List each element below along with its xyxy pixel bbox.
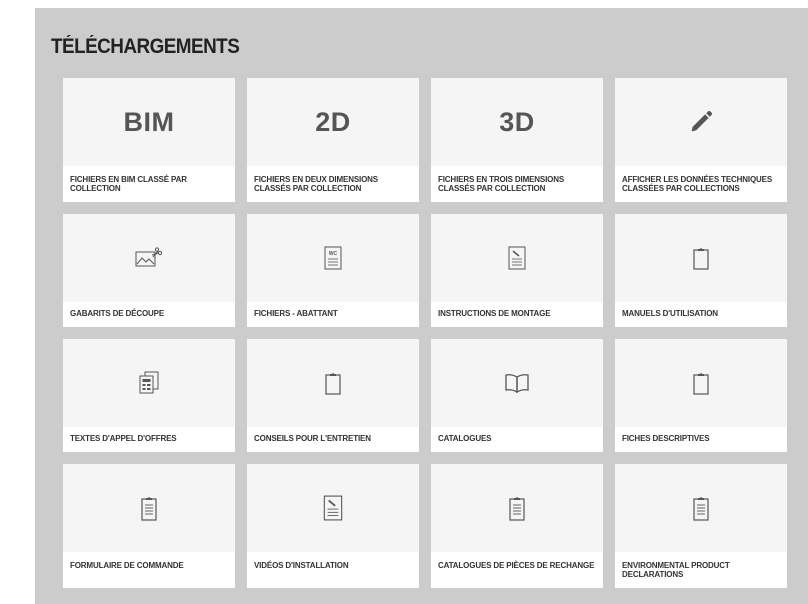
- card-label: FICHES DESCRIPTIVES: [622, 434, 710, 443]
- download-card-bim[interactable]: BIM FICHIERS EN BIM CLASSÉ PAR COLLECTIO…: [63, 78, 235, 202]
- card-thumbnail: [431, 339, 603, 427]
- card-label: CATALOGUES: [438, 434, 492, 443]
- card-label-area: CONSEILS POUR L'ENTRETIEN: [247, 427, 419, 452]
- card-label: CONSEILS POUR L'ENTRETIEN: [254, 434, 371, 443]
- card-label: ENVIRONMENTAL PRODUCT DECLARATIONS: [622, 561, 730, 579]
- card-thumbnail: [615, 214, 787, 302]
- card-label: FORMULAIRE DE COMMANDE: [70, 561, 184, 570]
- card-thumbnail: [63, 339, 235, 427]
- card-label: FICHIERS EN BIM CLASSÉ PAR COLLECTION: [70, 175, 187, 193]
- card-label: VIDÉOS D'INSTALLATION: [254, 561, 349, 570]
- card-label-area: FICHIERS EN DEUX DIMENSIONS CLASSÉS PAR …: [247, 166, 419, 202]
- card-label-area: MANUELS D'UTILISATION: [615, 302, 787, 327]
- clipboard-icon: [693, 373, 709, 395]
- download-card-catalogues[interactable]: CATALOGUES: [431, 339, 603, 452]
- card-label-area: GABARITS DE DÉCOUPE: [63, 302, 235, 327]
- download-card-order-form[interactable]: FORMULAIRE DE COMMANDE: [63, 464, 235, 588]
- download-card-assembly-instructions[interactable]: INSTRUCTIONS DE MONTAGE: [431, 214, 603, 327]
- card-label-area: FICHIERS EN TROIS DIMENSIONS CLASSÉS PAR…: [431, 166, 603, 202]
- card-label-area: FICHES DESCRIPTIVES: [615, 427, 787, 452]
- card-label-area: FICHIERS - ABATTANT: [247, 302, 419, 327]
- instruction-document-icon: [323, 495, 343, 521]
- card-label: AFFICHER LES DONNÉES TECHNIQUES CLASSÉES…: [622, 175, 773, 193]
- documents-stack-icon: [139, 371, 159, 394]
- instruction-document-icon: [508, 246, 526, 270]
- wc-document-icon: WC: [324, 246, 342, 270]
- card-thumbnail: [431, 464, 603, 552]
- card-thumbnail: [63, 464, 235, 552]
- 3d-text-icon: 3D: [499, 106, 535, 137]
- card-thumbnail: 3D: [431, 78, 603, 166]
- clipboard-icon: [325, 373, 341, 395]
- card-label: FICHIERS - ABATTANT: [254, 309, 338, 318]
- svg-text:WC: WC: [329, 251, 338, 257]
- clipboard-list-icon: [509, 497, 525, 521]
- card-label-area: TEXTES D'APPEL D'OFFRES: [63, 427, 235, 452]
- download-card-user-manuals[interactable]: MANUELS D'UTILISATION: [615, 214, 787, 327]
- card-thumbnail: [63, 214, 235, 302]
- download-card-toilet-seat-files[interactable]: WC FICHIERS - ABATTANT: [247, 214, 419, 327]
- download-card-tender-texts[interactable]: TEXTES D'APPEL D'OFFRES: [63, 339, 235, 452]
- clipboard-list-icon: [693, 497, 709, 521]
- download-card-environmental-declarations[interactable]: ENVIRONMENTAL PRODUCT DECLARATIONS: [615, 464, 787, 588]
- card-label-area: ENVIRONMENTAL PRODUCT DECLARATIONS: [615, 552, 787, 588]
- card-thumbnail: WC: [247, 214, 419, 302]
- card-thumbnail: [247, 464, 419, 552]
- card-thumbnail: [431, 214, 603, 302]
- card-label-area: INSTRUCTIONS DE MONTAGE: [431, 302, 603, 327]
- download-card-installation-videos[interactable]: VIDÉOS D'INSTALLATION: [247, 464, 419, 588]
- card-label: MANUELS D'UTILISATION: [622, 309, 718, 318]
- card-label-area: AFFICHER LES DONNÉES TECHNIQUES CLASSÉES…: [615, 166, 787, 202]
- card-thumbnail: BIM: [63, 78, 235, 166]
- card-thumbnail: [615, 464, 787, 552]
- card-label: INSTRUCTIONS DE MONTAGE: [438, 309, 551, 318]
- card-thumbnail: [615, 339, 787, 427]
- clipboard-icon: [693, 248, 709, 270]
- pencil-icon: [691, 110, 713, 132]
- card-label: CATALOGUES DE PIÈCES DE RECHANGE: [438, 561, 595, 570]
- card-thumbnail: [615, 78, 787, 166]
- 2d-text-icon: 2D: [315, 106, 351, 137]
- card-label-area: CATALOGUES DE PIÈCES DE RECHANGE: [431, 552, 603, 588]
- card-label: FICHIERS EN TROIS DIMENSIONS CLASSÉS PAR…: [438, 175, 565, 193]
- download-card-maintenance-advice[interactable]: CONSEILS POUR L'ENTRETIEN: [247, 339, 419, 452]
- card-thumbnail: 2D: [247, 78, 419, 166]
- card-label: TEXTES D'APPEL D'OFFRES: [70, 434, 177, 443]
- bim-text-icon: BIM: [123, 106, 175, 137]
- download-card-cutting-templates[interactable]: GABARITS DE DÉCOUPE: [63, 214, 235, 327]
- card-label-area: FICHIERS EN BIM CLASSÉ PAR COLLECTION: [63, 166, 235, 202]
- card-label-area: FORMULAIRE DE COMMANDE: [63, 552, 235, 588]
- download-card-spare-parts-catalogues[interactable]: CATALOGUES DE PIÈCES DE RECHANGE: [431, 464, 603, 588]
- open-book-icon: [505, 374, 529, 393]
- download-card-3d[interactable]: 3D FICHIERS EN TROIS DIMENSIONS CLASSÉS …: [431, 78, 603, 202]
- card-label: FICHIERS EN DEUX DIMENSIONS CLASSÉS PAR …: [254, 175, 378, 193]
- template-scissors-icon: [135, 247, 163, 267]
- card-label-area: CATALOGUES: [431, 427, 603, 452]
- downloads-grid: BIM FICHIERS EN BIM CLASSÉ PAR COLLECTIO…: [63, 78, 787, 588]
- download-card-technical-data[interactable]: AFFICHER LES DONNÉES TECHNIQUES CLASSÉES…: [615, 78, 787, 202]
- card-thumbnail: [247, 339, 419, 427]
- card-label: GABARITS DE DÉCOUPE: [70, 309, 165, 318]
- download-card-data-sheets[interactable]: FICHES DESCRIPTIVES: [615, 339, 787, 452]
- download-card-2d[interactable]: 2D FICHIERS EN DEUX DIMENSIONS CLASSÉS P…: [247, 78, 419, 202]
- clipboard-list-icon: [141, 497, 157, 521]
- page-title: TÉLÉCHARGEMENTS: [51, 35, 240, 58]
- card-label-area: VIDÉOS D'INSTALLATION: [247, 552, 419, 588]
- downloads-panel: TÉLÉCHARGEMENTS BIM FICHIERS EN BIM CLAS…: [35, 8, 808, 604]
